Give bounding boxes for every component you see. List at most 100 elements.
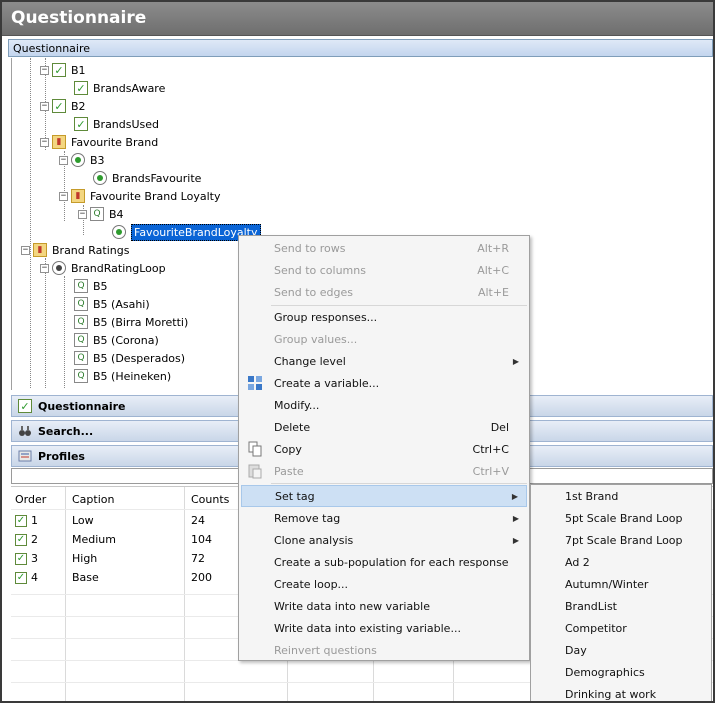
menu-item-label: Write data into existing variable...: [274, 621, 461, 635]
tag-item[interactable]: Ad 2: [565, 556, 590, 569]
menu-item-change-level[interactable]: Change level ▶: [241, 350, 527, 372]
column-header-order[interactable]: Order: [11, 490, 50, 509]
section-bar-label: Search...: [38, 424, 94, 438]
cell-order: 2: [31, 533, 38, 546]
menu-item-paste[interactable]: Paste Ctrl+V: [241, 460, 527, 482]
tree-node-b5-birra[interactable]: Q B5 (Birra Moretti): [74, 313, 188, 331]
create-variable-icon: [247, 375, 263, 391]
profiles-icon: [18, 449, 32, 463]
question-icon: Q: [74, 315, 88, 329]
tree-node-b3[interactable]: − B3: [59, 151, 105, 169]
table-row[interactable]: ✓ 1: [11, 511, 42, 530]
menu-item-label: Write data into new variable: [274, 599, 430, 613]
tree-node-brandsaware[interactable]: ✓ BrandsAware: [74, 79, 165, 97]
menu-item-create-subpopulation[interactable]: Create a sub-population for each respons…: [241, 551, 527, 573]
tag-item[interactable]: 5pt Scale Brand Loop: [565, 512, 683, 525]
tree-node-b5-heineken[interactable]: Q B5 (Heineken): [74, 367, 171, 385]
cell-caption: Base: [72, 571, 99, 584]
tree-node-b5-desperados[interactable]: Q B5 (Desperados): [74, 349, 185, 367]
tree-node-b5-asahi[interactable]: Q B5 (Asahi): [74, 295, 150, 313]
menu-item-group-values[interactable]: Group values...: [241, 328, 527, 350]
tree-node-b4[interactable]: − Q B4: [78, 205, 124, 223]
tree-node-brandratingloop[interactable]: − BrandRatingLoop: [40, 259, 166, 277]
menu-item-send-to-rows[interactable]: Send to rows Alt+R: [241, 237, 527, 259]
menu-item-group-responses[interactable]: Group responses...: [241, 306, 527, 328]
collapse-icon[interactable]: −: [59, 191, 68, 201]
menu-item-remove-tag[interactable]: Remove tag ▶: [241, 507, 527, 529]
questionnaire-icon: ✓: [18, 399, 32, 413]
menu-item-write-existing-variable[interactable]: Write data into existing variable...: [241, 617, 527, 639]
collapse-icon[interactable]: −: [40, 137, 49, 147]
tree-node-label: B1: [71, 63, 86, 77]
menu-item-modify[interactable]: Modify...: [241, 394, 527, 416]
cell-order: 3: [31, 552, 38, 565]
tree-node-favourite-brand-loyalty[interactable]: − ▮ Favourite Brand Loyalty: [59, 187, 220, 205]
tag-item[interactable]: Day: [565, 644, 587, 657]
tree-node-label: B4: [109, 207, 124, 221]
menu-item-create-loop[interactable]: Create loop...: [241, 573, 527, 595]
collapse-icon[interactable]: −: [21, 245, 30, 255]
tree-node-b2[interactable]: − ✓ B2: [40, 97, 86, 115]
menu-item-copy[interactable]: Copy Ctrl+C: [241, 438, 527, 460]
tree-node-brandsused[interactable]: ✓ BrandsUsed: [74, 115, 159, 133]
menu-item-label: Send to edges: [274, 285, 353, 299]
tree-node-favourite-brand[interactable]: − ▮ Favourite Brand: [40, 133, 158, 151]
single-choice-icon: [93, 171, 107, 185]
checkbox-icon[interactable]: ✓: [15, 553, 27, 565]
single-choice-icon: [71, 153, 85, 167]
collapse-icon[interactable]: −: [40, 101, 49, 111]
checkbox-icon[interactable]: ✓: [15, 572, 27, 584]
menu-item-label: Send to rows: [274, 241, 346, 255]
menu-item-label: Group responses...: [274, 310, 378, 324]
menu-item-reinvert-questions[interactable]: Reinvert questions: [241, 639, 527, 661]
tree-node-label: Favourite Brand: [71, 135, 159, 149]
tree-node-b5-corona[interactable]: Q B5 (Corona): [74, 331, 159, 349]
menu-item-clone-analysis[interactable]: Clone analysis ▶: [241, 529, 527, 551]
menu-item-label: Copy: [274, 442, 302, 456]
tree-node-label: B5 (Birra Moretti): [93, 315, 189, 329]
tree-node-brand-ratings[interactable]: − ▮ Brand Ratings: [21, 241, 129, 259]
tree-node-label: B5 (Heineken): [93, 369, 172, 383]
checkbox-icon[interactable]: ✓: [15, 515, 27, 527]
set-tag-submenu: 1st Brand 5pt Scale Brand Loop 7pt Scale…: [530, 484, 712, 701]
cell-counts: 24: [191, 514, 205, 527]
tag-item[interactable]: Drinking at work: [565, 688, 656, 701]
collapse-icon[interactable]: −: [40, 65, 49, 75]
column-header-caption[interactable]: Caption: [68, 490, 118, 509]
collapse-icon[interactable]: −: [40, 263, 49, 273]
checkbox-icon[interactable]: ✓: [15, 534, 27, 546]
menu-item-label: Create loop...: [274, 577, 349, 591]
menu-item-label: Group values...: [274, 332, 358, 346]
column-header-counts[interactable]: Counts: [187, 490, 233, 509]
tag-item[interactable]: Autumn/Winter: [565, 578, 648, 591]
tree-node-b5[interactable]: Q B5: [74, 277, 108, 295]
tag-item[interactable]: BrandList: [565, 600, 617, 613]
checkbox-question-icon: ✓: [52, 63, 66, 77]
checkbox-variable-icon: ✓: [74, 81, 88, 95]
tag-item[interactable]: 1st Brand: [565, 490, 618, 503]
tree-node-b1[interactable]: − ✓ B1: [40, 61, 86, 79]
menu-item-label: Create a variable...: [274, 376, 380, 390]
copy-icon: [247, 441, 263, 457]
collapse-icon[interactable]: −: [59, 155, 68, 165]
tag-item[interactable]: 7pt Scale Brand Loop: [565, 534, 683, 547]
submenu-arrow-icon: ▶: [511, 491, 518, 501]
table-row[interactable]: ✓ 4: [11, 568, 42, 587]
table-row[interactable]: ✓ 3: [11, 549, 42, 568]
tree-node-brandsfavourite[interactable]: BrandsFavourite: [93, 169, 201, 187]
menu-item-label: Change level: [274, 354, 346, 368]
tree-node-label: B5 (Desperados): [93, 351, 186, 365]
collapse-icon[interactable]: −: [78, 209, 87, 219]
menu-item-create-variable[interactable]: Create a variable...: [241, 372, 527, 394]
menu-item-send-to-columns[interactable]: Send to columns Alt+C: [241, 259, 527, 281]
menu-item-delete[interactable]: Delete Del: [241, 416, 527, 438]
tag-item[interactable]: Demographics: [565, 666, 645, 679]
tag-item[interactable]: Competitor: [565, 622, 627, 635]
menu-item-send-to-edges[interactable]: Send to edges Alt+E: [241, 281, 527, 303]
menu-item-write-new-variable[interactable]: Write data into new variable: [241, 595, 527, 617]
menu-item-set-tag[interactable]: Set tag ▶: [241, 485, 527, 507]
question-icon: Q: [74, 297, 88, 311]
table-row[interactable]: ✓ 2: [11, 530, 42, 549]
question-icon: Q: [74, 351, 88, 365]
cell-order: 4: [31, 571, 38, 584]
